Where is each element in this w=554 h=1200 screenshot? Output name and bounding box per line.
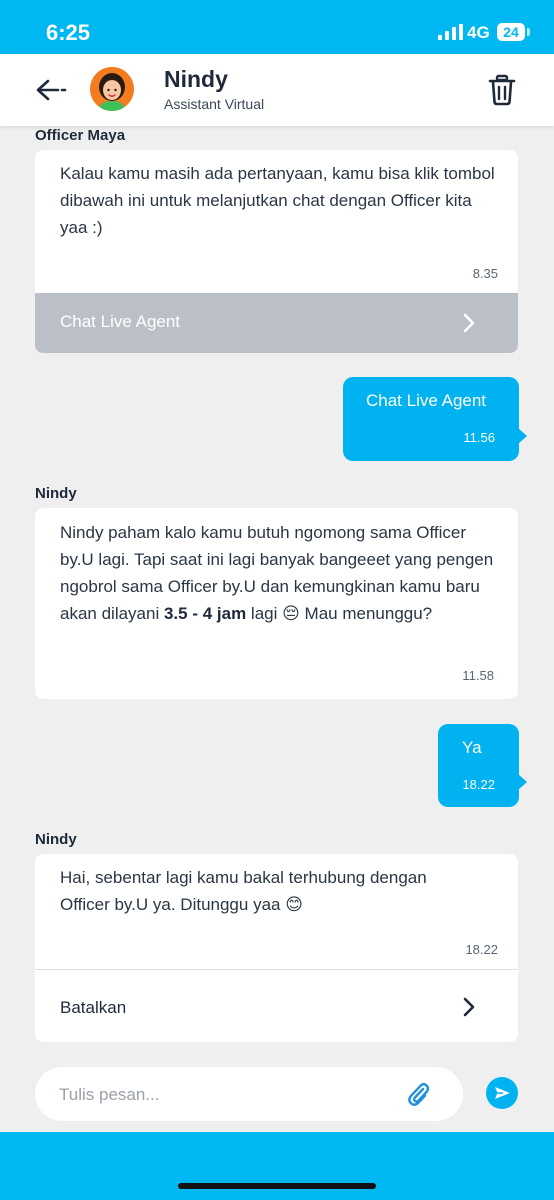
message-text: Ya bbox=[462, 738, 482, 757]
battery-indicator: 24 bbox=[497, 23, 525, 41]
status-time: 6:25 bbox=[46, 20, 91, 45]
bubble-tail bbox=[518, 774, 527, 790]
trash-icon[interactable] bbox=[488, 74, 516, 106]
message-time: 18.22 bbox=[462, 777, 495, 792]
home-indicator[interactable] bbox=[178, 1183, 376, 1189]
incoming-message: Hai, sebentar lagi kamu bakal terhubung … bbox=[35, 854, 518, 1042]
message-bold-text: 3.5 - 4 jam bbox=[163, 604, 247, 623]
avatar-illustration bbox=[90, 67, 134, 111]
batalkan-button[interactable]: Batalkan bbox=[35, 969, 518, 1042]
sender-name: Nindy bbox=[35, 831, 77, 848]
signal-icon bbox=[438, 24, 463, 40]
back-arrow-icon[interactable] bbox=[34, 78, 68, 102]
send-button[interactable] bbox=[486, 1077, 518, 1109]
action-label: Chat Live Agent bbox=[60, 312, 181, 331]
bubble-tail bbox=[518, 428, 527, 444]
message-text: Kalau kamu masih ada pertanyaan, kamu bi… bbox=[60, 164, 500, 237]
outgoing-message: Ya 18.22 bbox=[438, 724, 519, 807]
chevron-right-icon bbox=[463, 997, 475, 1017]
contact-name: Nindy bbox=[164, 66, 228, 92]
message-time: 11.58 bbox=[462, 668, 494, 683]
sender-name: Officer Maya bbox=[35, 127, 126, 144]
network-label: 4G bbox=[467, 23, 490, 42]
send-icon bbox=[495, 1087, 510, 1099]
contact-subtitle: Assistant Virtual bbox=[164, 96, 265, 112]
sender-name: Nindy bbox=[35, 485, 77, 502]
message-time: 8.35 bbox=[472, 266, 498, 281]
battery-tip bbox=[527, 28, 530, 36]
bottom-bar bbox=[0, 1132, 554, 1200]
avatar bbox=[90, 67, 134, 111]
message-time: 18.22 bbox=[465, 942, 498, 957]
message-composer bbox=[35, 1067, 463, 1121]
action-label: Batalkan bbox=[60, 998, 127, 1017]
message-text: Hai, sebentar lagi kamu bakal terhubung … bbox=[60, 868, 432, 914]
message-text-part: lagi 😔 Mau menunggu? bbox=[246, 604, 433, 623]
incoming-message: Kalau kamu masih ada pertanyaan, kamu bi… bbox=[35, 150, 518, 353]
status-bar: 6:25 4G 24 bbox=[0, 0, 554, 54]
incoming-message: Nindy paham kalo kamu butuh ngomong sama… bbox=[35, 508, 518, 699]
chat-header: Nindy Assistant Virtual bbox=[0, 54, 554, 126]
message-input[interactable] bbox=[57, 1080, 391, 1110]
chat-live-agent-button[interactable]: Chat Live Agent bbox=[35, 293, 518, 353]
message-text: Nindy paham kalo kamu butuh ngomong sama… bbox=[60, 519, 498, 627]
chevron-right-icon bbox=[463, 313, 475, 333]
message-time: 11.56 bbox=[463, 430, 495, 445]
paperclip-icon[interactable] bbox=[406, 1081, 430, 1107]
message-text: Chat Live Agent bbox=[366, 391, 487, 410]
outgoing-message: Chat Live Agent 11.56 bbox=[343, 377, 519, 461]
